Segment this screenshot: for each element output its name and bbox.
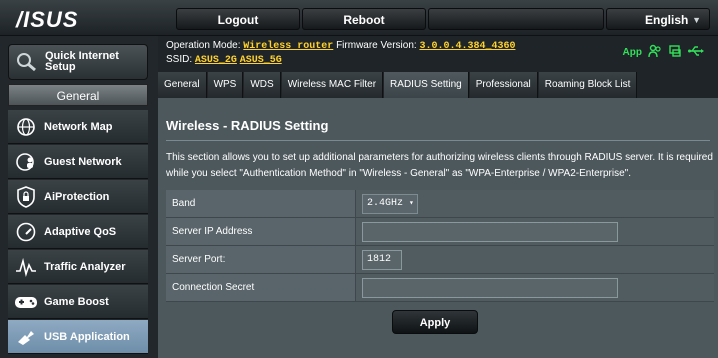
sidebar: Quick Internet Setup General Network Map… bbox=[0, 36, 158, 358]
connection-secret-input[interactable] bbox=[362, 277, 618, 298]
title-divider bbox=[166, 140, 710, 141]
page-description: This section allows you to set up additi… bbox=[166, 152, 713, 179]
speedometer-icon bbox=[14, 220, 38, 244]
sidebar-item-traffic-analyzer[interactable]: Traffic Analyzer bbox=[8, 250, 148, 284]
clients-icon[interactable] bbox=[648, 44, 662, 61]
sidebar-item-label: Game Boost bbox=[44, 295, 109, 308]
globe-icon bbox=[14, 115, 38, 139]
page-title: Wireless - RADIUS Setting bbox=[166, 118, 329, 133]
chevron-down-icon: ▾ bbox=[409, 198, 414, 208]
operation-mode-line: Operation Mode: Wireless router Firmware… bbox=[166, 40, 515, 52]
firmware-version-link[interactable]: 3.0.0.4.384_4360 bbox=[419, 41, 515, 52]
main-content: Wireless - RADIUS Setting This section a… bbox=[158, 98, 718, 358]
gamepad-icon bbox=[14, 290, 38, 314]
server-ip-label: Server IP Address bbox=[166, 218, 356, 245]
tab-wps[interactable]: WPS bbox=[207, 72, 244, 98]
tab-professional[interactable]: Professional bbox=[469, 72, 538, 98]
sidebar-item-label: Adaptive QoS bbox=[44, 225, 117, 238]
sidebar-item-network-map[interactable]: Network Map bbox=[8, 110, 148, 144]
sidebar-item-label: AiProtection bbox=[44, 190, 110, 203]
lock-shield-icon bbox=[14, 185, 38, 209]
ssid-5g-link[interactable]: ASUS_5G bbox=[240, 55, 282, 66]
ssid-2g-link[interactable]: ASUS_2G bbox=[195, 55, 237, 66]
usb-icon[interactable] bbox=[688, 45, 704, 60]
tab-radius-setting[interactable]: RADIUS Setting bbox=[384, 72, 469, 98]
top-bar: /ISUS Logout Reboot English ▼ bbox=[0, 0, 718, 36]
band-label: Band bbox=[166, 190, 356, 217]
server-ip-row: Server IP Address bbox=[166, 218, 714, 246]
server-port-label: Server Port: bbox=[166, 246, 356, 273]
apply-button[interactable]: Apply bbox=[392, 310, 478, 334]
sidebar-item-label: Guest Network bbox=[44, 155, 122, 168]
connection-secret-row: Connection Secret bbox=[166, 274, 714, 302]
chevron-down-icon: ▼ bbox=[692, 15, 701, 25]
people-globe-icon bbox=[14, 150, 38, 174]
band-select[interactable]: 2.4GHz ▾ bbox=[362, 193, 418, 214]
tab-wireless-mac-filter[interactable]: Wireless MAC Filter bbox=[281, 72, 384, 98]
language-value: English bbox=[645, 13, 689, 27]
connection-secret-label: Connection Secret bbox=[166, 274, 356, 301]
firmware-label: Firmware Version: bbox=[336, 40, 417, 51]
sidebar-item-label: Traffic Analyzer bbox=[44, 260, 126, 273]
puzzle-icon bbox=[14, 325, 38, 349]
asus-logo: /ISUS bbox=[16, 7, 79, 32]
server-port-row: Server Port: 1812 bbox=[166, 246, 714, 274]
tab-wds[interactable]: WDS bbox=[244, 72, 281, 98]
sidebar-section-general: General bbox=[8, 84, 148, 106]
tab-bar: General WPS WDS Wireless MAC Filter RADI… bbox=[158, 72, 718, 98]
quick-internet-setup-button[interactable]: Quick Internet Setup bbox=[8, 44, 148, 80]
operation-mode-label: Operation Mode: bbox=[166, 40, 241, 51]
server-port-input[interactable]: 1812 bbox=[362, 249, 402, 270]
language-select[interactable]: English ▼ bbox=[606, 8, 710, 30]
app-status-link[interactable]: App bbox=[623, 47, 642, 58]
devices-icon[interactable] bbox=[668, 44, 682, 61]
sidebar-item-game-boost[interactable]: Game Boost bbox=[8, 285, 148, 319]
operation-mode-link[interactable]: Wireless router bbox=[243, 41, 333, 52]
sidebar-item-label: Network Map bbox=[44, 120, 113, 133]
top-bar-spacer bbox=[428, 8, 604, 30]
radius-settings-table: Band 2.4GHz ▾ Server IP Address Server P… bbox=[166, 190, 714, 302]
sidebar-item-label: USB Application bbox=[44, 330, 130, 343]
wand-icon bbox=[15, 50, 37, 75]
tab-general[interactable]: General bbox=[158, 72, 207, 98]
quick-internet-setup-label: Quick Internet Setup bbox=[45, 50, 119, 73]
sidebar-item-guest-network[interactable]: Guest Network bbox=[8, 145, 148, 179]
server-ip-input[interactable] bbox=[362, 221, 618, 242]
sidebar-item-adaptive-qos[interactable]: Adaptive QoS bbox=[8, 215, 148, 249]
waveform-icon bbox=[14, 255, 38, 279]
router-info-header: Operation Mode: Wireless router Firmware… bbox=[166, 38, 710, 70]
band-row: Band 2.4GHz ▾ bbox=[166, 190, 714, 218]
sidebar-item-usb-application[interactable]: USB Application bbox=[8, 320, 148, 354]
band-value: 2.4GHz bbox=[367, 197, 404, 209]
status-icons: App bbox=[623, 44, 704, 61]
ssid-line: SSID: ASUS_2G ASUS_5G bbox=[166, 54, 282, 66]
reboot-button[interactable]: Reboot bbox=[302, 8, 426, 30]
sidebar-item-aiprotection[interactable]: AiProtection bbox=[8, 180, 148, 214]
tab-roaming-block-list[interactable]: Roaming Block List bbox=[538, 72, 638, 98]
logout-button[interactable]: Logout bbox=[176, 8, 300, 30]
ssid-label: SSID: bbox=[166, 54, 193, 65]
